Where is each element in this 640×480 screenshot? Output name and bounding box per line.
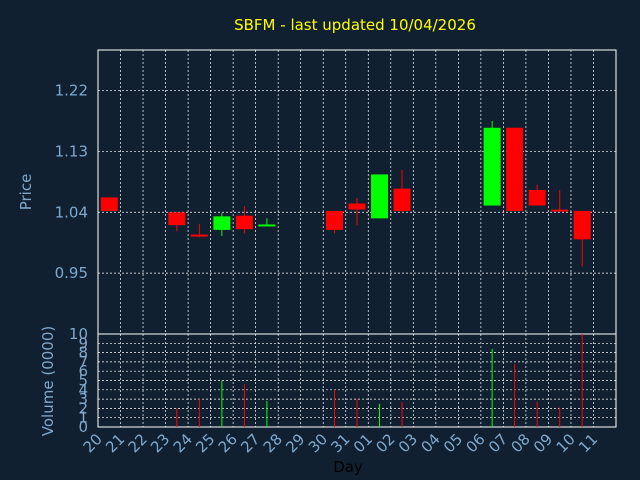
candle-body [258, 224, 276, 227]
candle-body [551, 209, 569, 212]
chart-background [0, 0, 640, 480]
candle [483, 121, 501, 206]
x-axis-label: Day [333, 458, 363, 476]
chart-title: SBFM - last updated 10/04/2026 [234, 16, 476, 34]
candle [506, 127, 524, 211]
chart-canvas: SBFM - last updated 10/04/2026 1.22 1.13 1… [0, 0, 640, 480]
price-tick-label: 1.22 [55, 82, 88, 100]
candle-body [506, 127, 524, 211]
volume-axis-label: Volume (0000) [39, 326, 57, 436]
candle-body [168, 212, 186, 226]
candle-body [100, 197, 118, 211]
candle [100, 197, 118, 211]
candle-body [235, 215, 253, 230]
candlestick-chart: SBFM - last updated 10/04/2026 1.22 1.13 1… [0, 0, 640, 480]
volume-tick-label: 0 [78, 418, 88, 436]
candle-body [483, 127, 501, 206]
candle [371, 174, 389, 219]
candle-body [325, 210, 343, 230]
price-axis-label: Price [17, 174, 35, 211]
candle-body [348, 203, 366, 210]
candle-body [213, 216, 231, 230]
price-tick-label: 1.13 [55, 142, 88, 160]
x-axis-ticks: 2021222324252627282930310102030405060708… [80, 430, 602, 456]
candle-body [528, 189, 546, 206]
candle-body [190, 234, 208, 237]
price-tick-label: 1.04 [55, 203, 88, 221]
price-tick-label: 0.95 [55, 264, 88, 282]
candle-body [573, 210, 591, 240]
candle-body [371, 174, 389, 219]
candle-body [393, 188, 411, 211]
